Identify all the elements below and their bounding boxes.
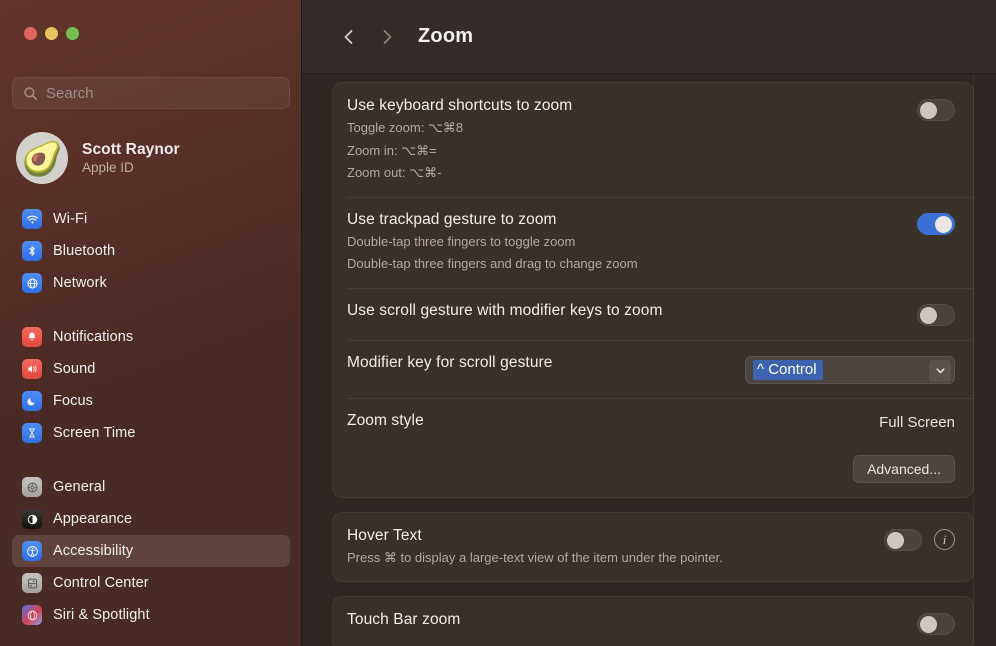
sidebar-item-screen-time[interactable]: Screen Time — [12, 417, 290, 449]
sidebar-item-general[interactable]: General — [12, 471, 290, 503]
sidebar-item-bluetooth[interactable]: Bluetooth — [12, 235, 290, 267]
gear-icon — [22, 477, 42, 497]
sidebar-group-connectivity: Wi-Fi Bluetooth Network — [0, 203, 301, 299]
sidebar-group-system-alerts: Notifications Sound Focus Screen Time — [0, 321, 301, 449]
sidebar-item-label: Sound — [53, 361, 96, 377]
row-title: Hover Text — [347, 526, 422, 544]
account-subtitle: Apple ID — [82, 160, 134, 175]
sidebar-item-siri-spotlight[interactable]: Siri & Spotlight — [12, 599, 290, 631]
sidebar-item-label: Wi-Fi — [53, 211, 88, 227]
row-subtitle: Toggle zoom: ⌥⌘8 — [347, 120, 464, 135]
back-button[interactable] — [332, 20, 366, 54]
hover-text-toggle[interactable] — [884, 528, 922, 551]
modifier-key-selected-value: ^ Control — [753, 359, 823, 380]
keyboard-shortcuts-toggle[interactable] — [917, 99, 955, 121]
account-name: Scott Raynor — [82, 141, 180, 158]
zoom-settings-card: Use keyboard shortcuts to zoom Toggle zo… — [332, 82, 974, 498]
bluetooth-icon — [22, 241, 42, 261]
moon-icon — [22, 391, 42, 411]
close-button[interactable] — [24, 27, 37, 40]
advanced-button[interactable]: Advanced... — [853, 454, 955, 483]
sidebar-item-label: Siri & Spotlight — [53, 607, 150, 623]
row-title: Zoom style — [347, 411, 424, 429]
zoom-style-value[interactable]: Full Screen — [879, 414, 955, 431]
touch-bar-zoom-row: Touch Bar zoom — [333, 597, 973, 646]
sidebar-item-accessibility[interactable]: Accessibility — [12, 535, 290, 567]
zoom-window-button[interactable] — [66, 27, 79, 40]
search-icon — [23, 86, 38, 101]
settings-scroll-area[interactable]: Use keyboard shortcuts to zoom Toggle zo… — [302, 74, 996, 646]
keyboard-shortcuts-row: Use keyboard shortcuts to zoom Toggle zo… — [333, 83, 973, 197]
siri-icon — [22, 605, 42, 625]
search-input[interactable] — [46, 84, 279, 102]
apple-id-account-row[interactable]: 🥑 Scott Raynor Apple ID — [16, 128, 286, 188]
system-settings-window: 🥑 Scott Raynor Apple ID Wi-Fi Blu — [0, 0, 996, 646]
scroll-gesture-row: Use scroll gesture with modifier keys to… — [333, 287, 973, 340]
forward-button[interactable] — [370, 20, 404, 54]
appearance-icon — [22, 509, 42, 529]
sidebar-item-focus[interactable]: Focus — [12, 385, 290, 417]
sidebar-item-sound[interactable]: Sound — [12, 353, 290, 385]
sidebar-item-appearance[interactable]: Appearance — [12, 503, 290, 535]
zoom-card-footer: Advanced... — [333, 445, 973, 497]
search-field[interactable] — [12, 77, 290, 109]
minimize-button[interactable] — [45, 27, 58, 40]
wifi-icon — [22, 209, 42, 229]
accessibility-icon — [22, 541, 42, 561]
row-title: Use keyboard shortcuts to zoom — [347, 97, 573, 114]
sidebar-item-label: Accessibility — [53, 543, 134, 559]
sidebar-item-label: Network — [53, 275, 107, 291]
hourglass-icon — [22, 423, 42, 443]
sidebar-item-control-center[interactable]: Control Center — [12, 567, 290, 599]
sidebar-group-system: General Appearance Accessibility Control… — [0, 471, 301, 631]
speaker-icon — [22, 359, 42, 379]
sidebar-item-wifi[interactable]: Wi-Fi — [12, 203, 290, 235]
sidebar-item-label: Focus — [53, 393, 93, 409]
hover-text-row: Hover Text Press ⌘ to display a large-te… — [333, 513, 973, 582]
zoom-style-row: Zoom style Full Screen — [333, 397, 973, 445]
sidebar-item-notifications[interactable]: Notifications — [12, 321, 290, 353]
info-icon[interactable]: i — [934, 529, 955, 550]
touch-bar-card: Touch Bar zoom — [332, 596, 974, 646]
sidebar-item-label: Notifications — [53, 329, 134, 345]
row-title: Modifier key for scroll gesture — [347, 353, 553, 371]
sidebar-nav: Wi-Fi Bluetooth Network Notifications So… — [0, 203, 301, 646]
row-subtitle: Double-tap three fingers to toggle zoom — [347, 233, 576, 249]
touch-bar-zoom-toggle[interactable] — [917, 613, 955, 635]
scroll-gesture-toggle[interactable] — [917, 303, 955, 326]
modifier-key-select[interactable]: ^ Control — [745, 355, 955, 384]
row-title: Touch Bar zoom — [347, 611, 461, 628]
scroll-edge — [973, 74, 974, 646]
network-icon — [22, 273, 42, 293]
sidebar-item-label: Appearance — [53, 511, 133, 527]
modifier-key-row: Modifier key for scroll gesture ^ Contro… — [333, 339, 973, 398]
control-center-icon — [22, 573, 42, 593]
page-title: Zoom — [418, 25, 474, 47]
avatar: 🥑 — [16, 132, 68, 184]
hover-text-card: Hover Text Press ⌘ to display a large-te… — [332, 511, 974, 582]
sidebar-item-network[interactable]: Network — [12, 267, 290, 299]
row-subtitle: Zoom in: ⌥⌘= — [347, 142, 437, 158]
row-title: Use trackpad gesture to zoom — [347, 210, 557, 228]
sidebar: 🥑 Scott Raynor Apple ID Wi-Fi Blu — [0, 0, 302, 646]
trackpad-gesture-toggle[interactable] — [917, 212, 955, 235]
chevron-down-icon[interactable] — [929, 359, 951, 382]
row-subtitle: Press ⌘ to display a large-text view of … — [347, 549, 723, 565]
toolbar: Zoom — [302, 0, 996, 74]
row-subtitle: Zoom out: ⌥⌘- — [347, 165, 442, 180]
trackpad-gesture-row: Use trackpad gesture to zoom Double-tap … — [333, 196, 973, 288]
row-subtitle: Double-tap three fingers and drag to cha… — [347, 256, 638, 271]
window-controls — [24, 27, 79, 40]
sidebar-item-label: Control Center — [53, 575, 149, 591]
bell-icon — [22, 327, 42, 347]
row-title: Use scroll gesture with modifier keys to… — [347, 301, 663, 319]
main-panel: Zoom Use keyboard shortcuts to zoom Togg… — [302, 0, 996, 646]
sidebar-item-label: General — [53, 479, 106, 495]
sidebar-item-label: Screen Time — [53, 425, 136, 441]
sidebar-item-label: Bluetooth — [53, 243, 116, 259]
